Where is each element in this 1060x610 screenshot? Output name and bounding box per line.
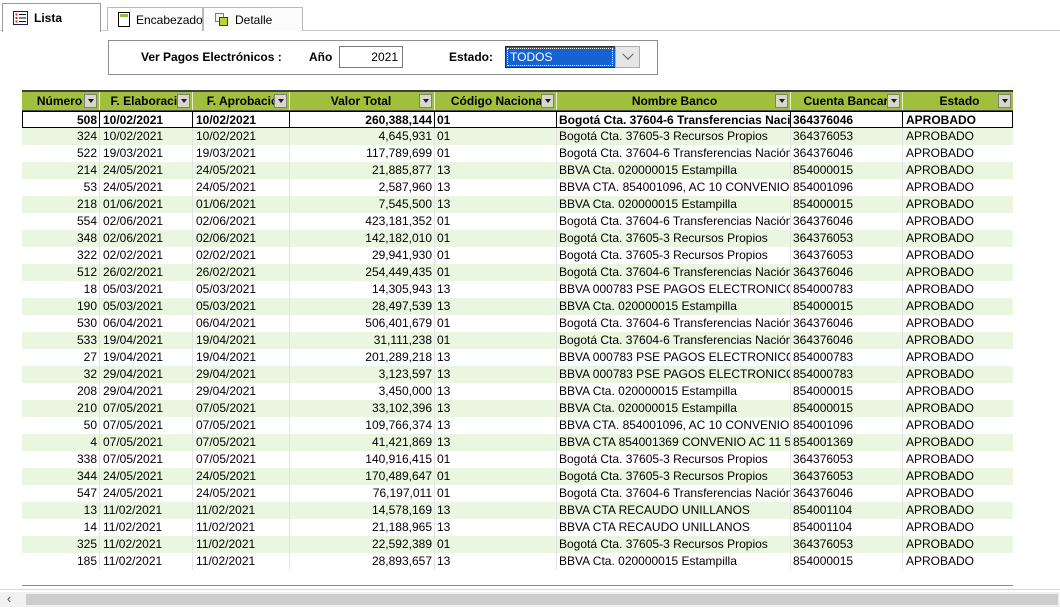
filter-title: Ver Pagos Electrónicos : (141, 50, 282, 64)
year-label: Año (309, 50, 332, 64)
divider (0, 589, 1060, 590)
app-window: Lista Encabezado Detalle Ver Pagos Elect… (0, 0, 1060, 610)
horizontal-scrollbar[interactable]: ‹ (0, 592, 1060, 607)
table-row[interactable]: 18 05/03/2021 05/03/2021 14,305,943 13 B… (22, 281, 1013, 298)
tab-detalle[interactable]: Detalle (203, 7, 303, 31)
tab-strip: Lista Encabezado Detalle (0, 0, 1060, 31)
estado-selected-value: TODOS (505, 46, 615, 68)
estado-dropdown-button[interactable] (615, 46, 640, 68)
tab-lista[interactable]: Lista (2, 3, 101, 32)
table-row[interactable]: 325 11/02/2021 11/02/2021 22,592,389 01 … (22, 536, 1013, 553)
table-row[interactable]: 547 24/05/2021 24/05/2021 76,197,011 01 … (22, 485, 1013, 502)
estado-label: Estado: (449, 50, 493, 64)
table-row[interactable]: 53 24/05/2021 24/05/2021 2,587,960 13 BB… (22, 179, 1013, 196)
table-row[interactable]: 190 05/03/2021 05/03/2021 28,497,539 13 … (22, 298, 1013, 315)
column-header-estado[interactable]: Estado (903, 92, 1013, 110)
filter-dropdown-icon[interactable] (998, 94, 1011, 108)
table-row[interactable]: 322 02/02/2021 02/02/2021 29,941,930 01 … (22, 247, 1013, 264)
tab-encabezado-label: Encabezado (136, 13, 203, 27)
tab-lista-label: Lista (34, 11, 62, 25)
table-row[interactable]: 13 11/02/2021 11/02/2021 14,578,169 13 B… (22, 502, 1013, 519)
table-row[interactable]: 348 02/06/2021 02/06/2021 142,182,010 01… (22, 230, 1013, 247)
filter-dropdown-icon[interactable] (419, 94, 432, 108)
table-row[interactable]: 508 10/02/2021 10/02/2021 260,388,144 01… (22, 111, 1013, 128)
table-row[interactable]: 210 07/05/2021 07/05/2021 33,102,396 13 … (22, 400, 1013, 417)
column-header-codigo-nacional[interactable]: Código Naciona (435, 92, 557, 110)
column-header-cuenta-bancaria[interactable]: Cuenta Bancari (791, 92, 903, 110)
table-row[interactable]: 208 29/04/2021 29/04/2021 3,450,000 13 B… (22, 383, 1013, 400)
table-row[interactable]: 522 19/03/2021 19/03/2021 117,789,699 01… (22, 145, 1013, 162)
column-header-f-elaboracion[interactable]: F. Elaboració (100, 92, 193, 110)
filter-dropdown-icon[interactable] (177, 94, 190, 108)
table-row[interactable]: 32 29/04/2021 29/04/2021 3,123,597 13 BB… (22, 366, 1013, 383)
filter-dropdown-icon[interactable] (274, 94, 287, 108)
column-header-valor-total[interactable]: Valor Total (290, 92, 435, 110)
payments-table: Número F. Elaboració F. Aprobació Valor … (22, 90, 1013, 586)
filter-dropdown-icon[interactable] (887, 94, 900, 108)
table-row[interactable]: 530 06/04/2021 06/04/2021 506,401,679 01… (22, 315, 1013, 332)
list-icon (13, 11, 29, 26)
chevron-down-icon (622, 49, 633, 60)
table-row[interactable]: 50 07/05/2021 07/05/2021 109,766,374 13 … (22, 417, 1013, 434)
filter-dropdown-icon[interactable] (541, 94, 554, 108)
filter-panel: Ver Pagos Electrónicos : Año Estado: TOD… (108, 40, 658, 75)
table-body: 508 10/02/2021 10/02/2021 260,388,144 01… (22, 111, 1013, 570)
table-empty-strip (22, 570, 1013, 586)
table-row[interactable]: 338 07/05/2021 07/05/2021 140,916,415 01… (22, 451, 1013, 468)
column-header-f-aprobacion[interactable]: F. Aprobació (193, 92, 290, 110)
table-row[interactable]: 344 24/05/2021 24/05/2021 170,489,647 01… (22, 468, 1013, 485)
column-header-numero[interactable]: Número (22, 92, 100, 110)
table-row[interactable]: 218 01/06/2021 01/06/2021 7,545,500 13 B… (22, 196, 1013, 213)
table-row[interactable]: 214 24/05/2021 24/05/2021 21,885,877 13 … (22, 162, 1013, 179)
table-row[interactable]: 554 02/06/2021 02/06/2021 423,181,352 01… (22, 213, 1013, 230)
pages-icon (214, 12, 230, 27)
scrollbar-thumb[interactable] (26, 594, 1058, 605)
filter-dropdown-icon[interactable] (84, 94, 97, 108)
table-row[interactable]: 512 26/02/2021 26/02/2021 254,449,435 01… (22, 264, 1013, 281)
column-header-nombre-banco[interactable]: Nombre Banco (557, 92, 791, 110)
table-header: Número F. Elaboració F. Aprobació Valor … (22, 90, 1013, 111)
tab-detalle-label: Detalle (235, 13, 272, 27)
estado-select[interactable]: TODOS (505, 46, 640, 68)
tab-encabezado[interactable]: Encabezado (107, 7, 203, 31)
year-input[interactable] (339, 46, 403, 68)
filter-dropdown-icon[interactable] (775, 94, 788, 108)
table-row[interactable]: 533 19/04/2021 19/04/2021 31,111,238 01 … (22, 332, 1013, 349)
table-row[interactable]: 14 11/02/2021 11/02/2021 21,188,965 13 B… (22, 519, 1013, 536)
table-row[interactable]: 27 19/04/2021 19/04/2021 201,289,218 13 … (22, 349, 1013, 366)
table-row[interactable]: 324 10/02/2021 10/02/2021 4,645,931 01 B… (22, 128, 1013, 145)
scroll-left-button[interactable]: ‹ (2, 592, 16, 607)
table-row[interactable]: 4 07/05/2021 07/05/2021 41,421,869 13 BB… (22, 434, 1013, 451)
document-icon (118, 12, 131, 27)
table-row[interactable]: 185 11/02/2021 11/02/2021 28,893,657 13 … (22, 553, 1013, 570)
